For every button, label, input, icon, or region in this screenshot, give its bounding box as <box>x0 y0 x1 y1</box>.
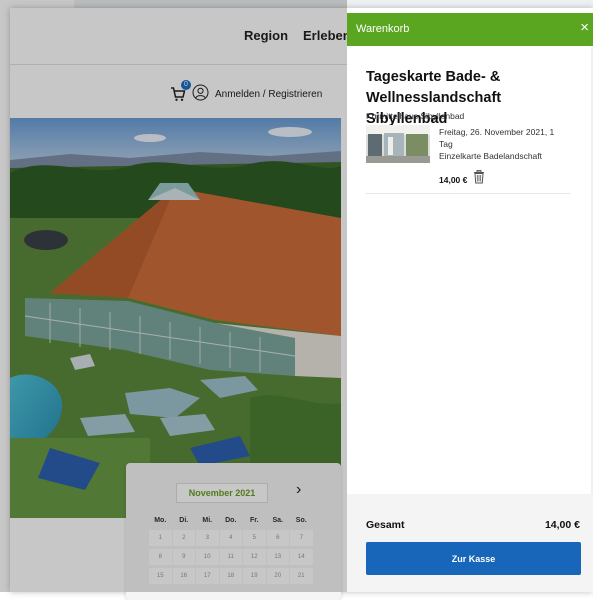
trash-icon[interactable] <box>473 170 485 189</box>
cart-item-ticket-type: Einzelkarte Badelandschaft <box>439 151 543 161</box>
cart-total-label: Gesamt <box>366 519 405 531</box>
cart-item-date: Freitag, 26. November 2021, 1 Tag <box>439 127 555 149</box>
cart-item-divider <box>366 193 570 194</box>
cart-total-value: 14,00 € <box>544 519 580 531</box>
cart-item-price: 14,00 € <box>439 174 468 185</box>
modal-backdrop[interactable] <box>0 0 347 592</box>
cart-footer: Gesamt 14,00 € Zur Kasse <box>347 494 593 592</box>
cart-item-venue: Kurmittelhaus Sibyllenbad <box>366 111 465 121</box>
checkout-button[interactable]: Zur Kasse <box>366 542 581 575</box>
cart-drawer-title: Warenkorb <box>356 23 410 35</box>
cart-item-details: Freitag, 26. November 2021, 1 Tag Einzel… <box>439 126 569 162</box>
page: Region Erleben 0 Anmelden / Registrieren… <box>0 0 593 600</box>
cart-item-thumbnail <box>366 125 430 163</box>
cart-item-price-row: 14,00 € <box>439 170 485 189</box>
close-icon[interactable]: × <box>580 20 589 35</box>
cart-drawer: Warenkorb × Tageskarte Bade- & Wellnessl… <box>347 13 593 592</box>
cart-drawer-header: Warenkorb × <box>347 13 593 46</box>
